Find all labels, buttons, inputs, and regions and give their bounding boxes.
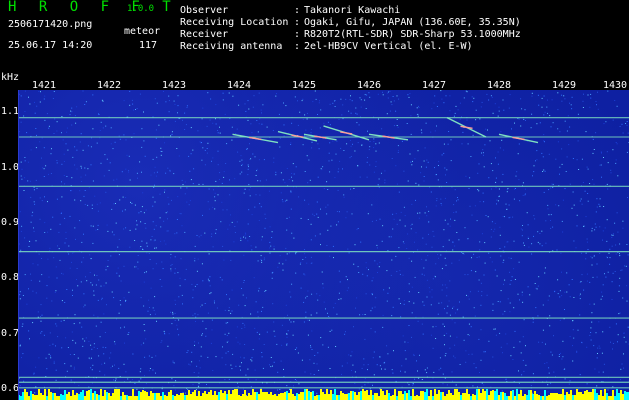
frequency-axis: 1.1 1.0 0.9 0.8 0.7 0.6 [0,90,20,400]
interference-band [18,389,629,400]
meteor-count-label: meteor [124,26,161,37]
location-value: Ogaki, Gifu, JAPAN (136.60E, 35.35N) [304,17,521,28]
receiver-label: Receiver [180,29,229,40]
observer-value: Takanori Kawachi [304,5,401,16]
observer-separator: : [294,5,301,16]
file-name: 2506171420.png [8,19,93,30]
y-tick-label: 1.1 [1,106,20,118]
time-axis: 1421 1422 1423 1424 1425 1426 1427 1428 1429 1430 [0,70,629,97]
y-tick-label: 0.7 [1,327,20,339]
location-separator: : [294,17,301,28]
y-tick-label: 0.9 [1,216,20,228]
spectrogram-plot [18,90,629,400]
meteor-count-value: 117 [139,40,158,51]
location-label: Receiving Location [180,17,289,28]
antenna-value: 2el-HB9CV Vertical (el. E-W) [304,41,473,52]
observer-label: Observer [180,5,229,16]
y-tick-label: 0.6 [1,382,20,394]
app-version: 1.0.0 [127,4,155,14]
meteor-echo-peak [249,136,262,141]
y-axis-unit-label: kHz [1,72,20,83]
y-tick-label: 1.0 [1,161,20,173]
meteor-echo-peak [340,131,353,135]
spectrogram [18,90,629,400]
meteor-echo-peak [314,135,327,139]
y-axis-line [18,90,19,400]
antenna-label: Receiving antenna [180,41,283,52]
receiver-separator: : [294,29,301,40]
receiver-value: R820T2(RTL-SDR) SDR-Sharp 53.1000MHz [304,29,521,40]
y-tick-label: 0.8 [1,272,20,284]
meteor-echo-peak [460,125,473,130]
antenna-separator: : [294,41,301,52]
date-time: 25.06.17 14:20 [8,40,93,51]
meteor-echo-peak [512,136,525,141]
meteor-echo-peak [382,135,395,139]
